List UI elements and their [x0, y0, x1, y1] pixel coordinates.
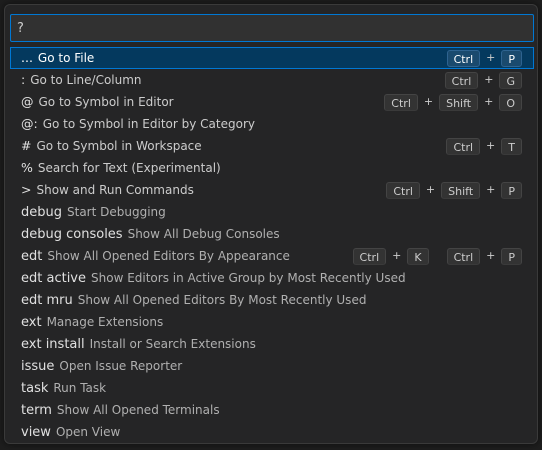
item-prefix: :	[21, 72, 26, 87]
key-cap: Ctrl	[446, 49, 481, 67]
key-cap: P	[501, 49, 522, 67]
quick-open-input[interactable]	[11, 15, 533, 41]
item-label: Start Debugging	[67, 205, 166, 219]
item-label: Open Issue Reporter	[59, 359, 183, 373]
keybinding: Ctrl + T	[446, 135, 522, 157]
key-cap: Shift	[441, 181, 481, 199]
quick-open-item[interactable]: @ Go to Symbol in Editor Ctrl + Shift + O	[10, 91, 534, 113]
item-label: Open View	[55, 425, 121, 439]
key-cap: Ctrl	[446, 247, 481, 265]
item-prefix: edt	[21, 249, 43, 264]
item-label: Show All Opened Terminals	[56, 403, 220, 417]
quick-open-item[interactable]: debug Start Debugging	[10, 201, 534, 223]
quick-open-item[interactable]: task Run Task	[10, 377, 534, 399]
key-separator: +	[423, 95, 434, 108]
item-label: Go to Line/Column	[30, 73, 142, 87]
item-prefix: @	[21, 94, 34, 109]
item-label: Go to File	[37, 51, 95, 65]
key-separator: +	[425, 183, 436, 196]
keybinding: Ctrl + Shift + P	[386, 179, 522, 201]
key-cap: Shift	[439, 93, 479, 111]
item-label: Go to Symbol in Editor	[38, 95, 174, 109]
item-prefix: >	[21, 182, 32, 197]
quick-open-item[interactable]: ext Manage Extensions	[10, 311, 534, 333]
key-cap: G	[499, 71, 522, 89]
quick-open-list: ... Go to File Ctrl + P: Go to Line/Column Ctr…	[10, 47, 534, 443]
key-cap: K	[407, 247, 429, 265]
key-separator: +	[486, 51, 496, 64]
key-cap: Ctrl	[446, 137, 481, 155]
item-prefix: issue	[21, 359, 55, 374]
item-prefix: edt mru	[21, 293, 73, 308]
key-separator: +	[484, 73, 494, 86]
item-prefix: ext	[21, 315, 42, 330]
key-cap: P	[501, 247, 522, 265]
keybinding: Ctrl + G	[444, 69, 522, 91]
quick-open-item[interactable]: issue Open Issue Reporter	[10, 355, 534, 377]
quick-open-item[interactable]: debug consoles Show All Debug Consoles	[10, 223, 534, 245]
key-separator: +	[392, 249, 402, 262]
item-prefix: view	[21, 425, 51, 440]
item-prefix: task	[21, 381, 49, 396]
key-separator: +	[486, 139, 496, 152]
quick-open-item[interactable]: % Search for Text (Experimental)	[10, 157, 534, 179]
key-cap: O	[499, 93, 522, 111]
quick-open-item[interactable]: edt Show All Opened Editors By Appearance…	[10, 245, 534, 267]
keybinding: Ctrl + Shift + O	[384, 91, 522, 113]
item-label: Run Task	[53, 381, 107, 395]
item-label: Show All Opened Editors By Most Recently…	[77, 293, 367, 307]
key-cap: P	[501, 181, 522, 199]
quick-open-item[interactable]: ext install Install or Search Extensions	[10, 333, 534, 355]
key-cap: Ctrl	[352, 247, 387, 265]
quick-open-item[interactable]: > Show and Run Commands Ctrl + Shift + P	[10, 179, 534, 201]
keybinding: Ctrl + P	[446, 47, 522, 69]
item-label: Show Editors in Active Group by Most Rec…	[91, 271, 406, 285]
item-prefix: ...	[21, 50, 33, 65]
key-cap: Ctrl	[444, 71, 479, 89]
item-prefix: term	[21, 403, 52, 418]
quick-open-item[interactable]: view Open View	[10, 421, 534, 443]
keybinding: Ctrl + K Ctrl + P	[352, 245, 522, 267]
item-label: Go to Symbol in Workspace	[36, 139, 202, 153]
item-label: Show All Opened Editors By Appearance	[47, 249, 290, 263]
key-cap: Ctrl	[384, 93, 418, 111]
item-prefix: #	[21, 138, 32, 153]
quick-open-panel: ...Go to FileCtrl+P:Go to Line/ColumnCtr…	[4, 4, 538, 444]
item-label: Show All Debug Consoles	[127, 227, 280, 241]
quick-open-item[interactable]: : Go to Line/Column Ctrl + G	[10, 69, 534, 91]
item-label: Manage Extensions	[46, 315, 164, 329]
item-prefix: ext install	[21, 337, 85, 352]
key-separator: +	[486, 183, 496, 196]
item-prefix: debug consoles	[21, 227, 123, 242]
item-prefix: edt active	[21, 271, 86, 286]
quick-open-item[interactable]: @: Go to Symbol in Editor by Category	[10, 113, 534, 135]
item-label: Show and Run Commands	[36, 183, 194, 197]
key-separator: +	[486, 249, 496, 262]
item-prefix: debug	[21, 205, 62, 220]
quick-open-input-box[interactable]	[10, 14, 534, 42]
item-label: Install or Search Extensions	[89, 337, 256, 351]
key-cap: Ctrl	[386, 181, 420, 199]
item-label: Go to Symbol in Editor by Category	[42, 117, 255, 131]
quick-open-item[interactable]: term Show All Opened Terminals	[10, 399, 534, 421]
item-prefix: %	[21, 160, 33, 175]
key-separator: +	[484, 95, 494, 108]
quick-open-item[interactable]: # Go to Symbol in Workspace Ctrl + T	[10, 135, 534, 157]
quick-open-item[interactable]: edt mru Show All Opened Editors By Most R…	[10, 289, 534, 311]
key-cap: T	[501, 137, 522, 155]
item-prefix: @:	[21, 116, 38, 131]
quick-open-item[interactable]: edt active Show Editors in Active Group b…	[10, 267, 534, 289]
item-label: Search for Text (Experimental)	[37, 161, 221, 175]
quick-open-item[interactable]: ... Go to File Ctrl + P	[10, 47, 534, 69]
